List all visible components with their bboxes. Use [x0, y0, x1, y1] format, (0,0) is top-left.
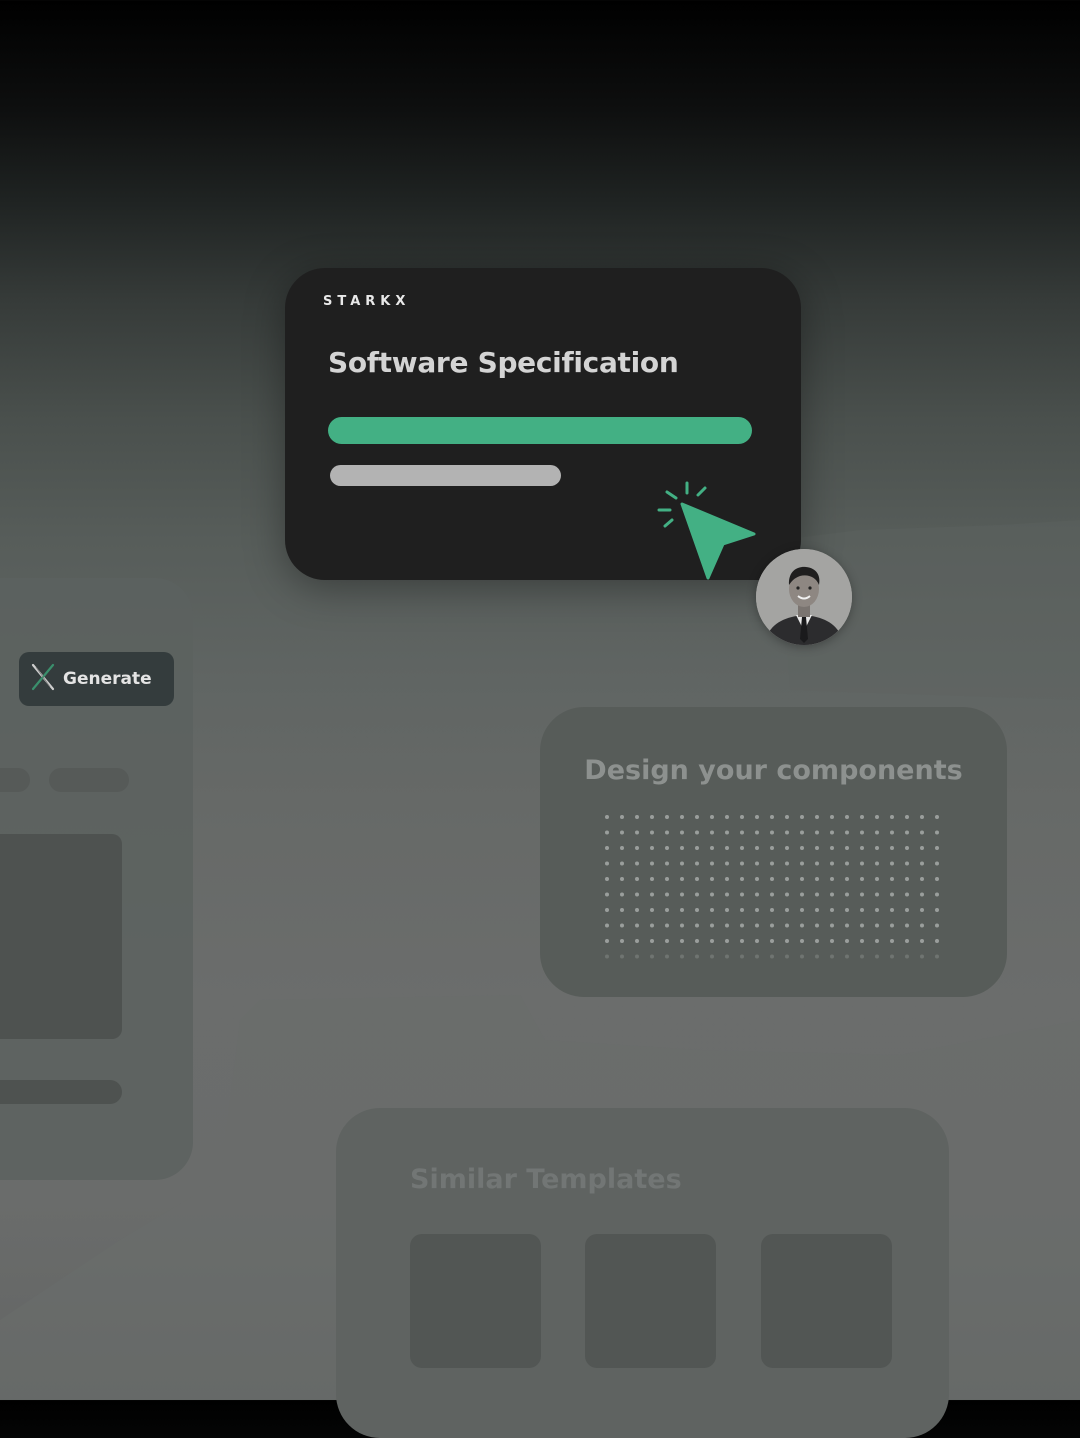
template-thumbnail[interactable] — [410, 1234, 541, 1368]
design-components-card[interactable]: Design your components — [540, 707, 1007, 997]
similar-templates-card[interactable]: Similar Templates — [336, 1108, 949, 1438]
placeholder-line — [0, 1080, 122, 1104]
x-spark-icon — [31, 663, 55, 696]
template-thumbnail[interactable] — [585, 1234, 716, 1368]
primary-progress-fill — [328, 417, 752, 444]
generate-label: Generate — [63, 669, 152, 689]
similar-templates-title: Similar Templates — [410, 1164, 682, 1195]
placeholder-pill — [0, 768, 30, 792]
secondary-progress — [330, 465, 642, 486]
generate-button[interactable]: Generate — [19, 652, 174, 706]
brand-logo: STARKX — [323, 294, 411, 309]
placeholder-block — [0, 834, 122, 1039]
primary-progress — [328, 417, 752, 444]
design-components-title: Design your components — [584, 755, 963, 786]
template-thumbnail[interactable] — [761, 1234, 892, 1368]
pointer-click-icon — [655, 478, 760, 586]
dot-grid-pattern — [605, 815, 939, 959]
user-avatar[interactable] — [756, 549, 852, 645]
secondary-progress-fill — [330, 465, 561, 486]
placeholder-pill — [49, 768, 129, 792]
spec-title: Software Specification — [328, 346, 679, 379]
